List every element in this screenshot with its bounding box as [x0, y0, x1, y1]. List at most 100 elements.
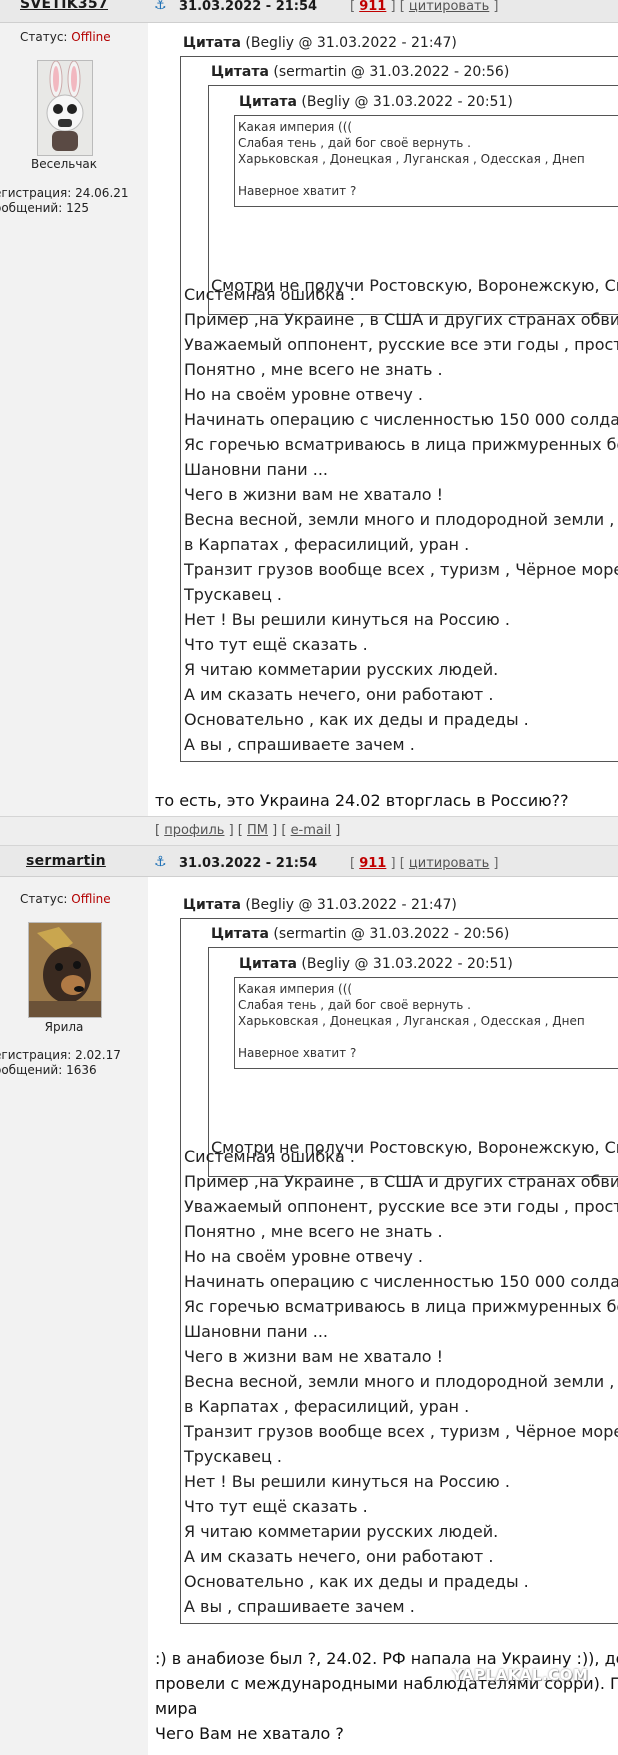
post-date: 31.03.2022 - 21:54: [179, 856, 318, 871]
quote-link[interactable]: цитировать: [409, 0, 489, 14]
quote-line: Я читаю комметарии русских людей.: [184, 1522, 499, 1541]
post-header: SVETIK357 ⚓ 31.03.2022 - 21:54 [ 911 ] […: [0, 0, 618, 23]
registration-info: егистрация: 24.06.21 ообщений: 125: [0, 186, 129, 216]
quote-label: Цитата: [239, 956, 297, 972]
quote-line: Понятно , мне всего не знать .: [184, 1222, 443, 1241]
quote-line: Весна весной, земли много и плодородной …: [184, 1372, 618, 1391]
quote-line: Чего в жизни вам не хватало !: [184, 485, 443, 504]
quote-line: в Карпатах , ферасилиций, уран .: [184, 1397, 470, 1416]
quote-line: Нет ! Вы решили кинуться на Россию .: [184, 1472, 510, 1491]
quote-line: А вы , спрашиваете зачем .: [184, 735, 415, 754]
quote-line: Весна весной, земли много и плодородной …: [184, 510, 618, 529]
quote-line: Пример ,на Украине , в США и других стра…: [184, 1172, 618, 1191]
status-label: Статус:: [20, 892, 68, 906]
inner-quote-line: Слабая тень , дай бог своё вернуть .: [238, 998, 471, 1012]
quote-line: Транзит грузов вообще всех , туризм , Чё…: [184, 1422, 618, 1441]
inner-quote-line: Харьковская , Донецкая , Луганская , Оде…: [238, 152, 585, 166]
quote-line: в Карпатах , ферасилиций, уран .: [184, 535, 470, 554]
quote-line: Понятно , мне всего не знать .: [184, 360, 443, 379]
post-meta-links: [ 911 ] [ цитировать ]: [350, 0, 499, 14]
quote-line: А им сказать нечего, они работают .: [184, 1547, 494, 1566]
quote-line: Системная ошибка .: [184, 285, 355, 304]
quote-meta: (Begliy @ 31.03.2022 - 20:51): [301, 94, 513, 110]
quote-line: Основательно , как их деды и прадеды .: [184, 710, 529, 729]
quote-line: Яс горечью всматриваюсь в лица прижмурен…: [184, 435, 618, 454]
profile-link[interactable]: профиль: [164, 823, 224, 838]
quote-label: Цитата: [183, 35, 241, 51]
status-offline: Offline: [71, 30, 111, 44]
quote-box-inner: Какая империя ((( Слабая тень , дай бог …: [234, 115, 618, 207]
avatar[interactable]: [37, 60, 93, 156]
quote-line: Чего в жизни вам не хватало !: [184, 1347, 443, 1366]
quote-header-mid: Цитата (sermartin @ 31.03.2022 - 20:56): [211, 64, 509, 80]
quote-header-inner: Цитата (Begliy @ 31.03.2022 - 20:51): [239, 956, 513, 972]
anchor-icon[interactable]: ⚓: [154, 854, 167, 870]
author-name-link[interactable]: sermartin: [26, 853, 106, 869]
author-status: Статус: Offline: [20, 30, 111, 44]
quote-meta: (Begliy @ 31.03.2022 - 20:51): [301, 956, 513, 972]
quote-label: Цитата: [183, 897, 241, 913]
inner-quote-line: Наверное хватит ?: [238, 1046, 357, 1060]
registration-date: егистрация: 24.06.21: [0, 186, 129, 200]
inner-quote-line: Наверное хватит ?: [238, 184, 357, 198]
post-number-link[interactable]: 911: [359, 0, 386, 14]
quote-header-inner: Цитата (Begliy @ 31.03.2022 - 20:51): [239, 94, 513, 110]
post-reply-text: то есть, это Украина 24.02 вторглась в Р…: [155, 791, 569, 810]
post-count: ообщений: 125: [0, 201, 89, 215]
quote-box-mid: Цитата (Begliy @ 31.03.2022 - 20:51) Как…: [208, 947, 618, 1177]
quote-line: Пример ,на Украине , в США и других стра…: [184, 310, 618, 329]
quote-line: Но на своём уровне отвечу .: [184, 385, 423, 404]
post-reply-line: Чего Вам не хватало ?: [155, 1724, 344, 1743]
status-offline: Offline: [71, 892, 111, 906]
quote-meta: (Begliy @ 31.03.2022 - 21:47): [245, 35, 457, 51]
anchor-icon[interactable]: ⚓: [154, 0, 167, 13]
quote-meta: (sermartin @ 31.03.2022 - 20:56): [273, 926, 510, 942]
quote-label: Цитата: [239, 94, 297, 110]
quote-line: Я читаю комметарии русских людей.: [184, 660, 499, 679]
email-link[interactable]: e-mail: [291, 823, 332, 838]
author-name-link[interactable]: SVETIK357: [20, 0, 108, 12]
quote-meta: (sermartin @ 31.03.2022 - 20:56): [273, 64, 510, 80]
quote-box-outer: Цитата (sermartin @ 31.03.2022 - 20:56) …: [180, 918, 618, 1624]
status-label: Статус:: [20, 30, 68, 44]
inner-quote-line: Какая империя (((: [238, 120, 353, 134]
quote-line: Трускавец .: [184, 1447, 282, 1466]
quote-header-mid: Цитата (sermartin @ 31.03.2022 - 20:56): [211, 926, 509, 942]
inner-quote-line: Какая империя (((: [238, 982, 353, 996]
quote-line: Уважаемый оппонент, русские все эти годы…: [184, 1197, 618, 1216]
quote-line: Яс горечью всматриваюсь в лица прижмурен…: [184, 1297, 618, 1316]
post-header: sermartin ⚓ 31.03.2022 - 21:54 [ 911 ] […: [0, 846, 618, 877]
inner-quote-line: Слабая тень , дай бог своё вернуть .: [238, 136, 471, 150]
quote-line: Основательно , как их деды и прадеды .: [184, 1572, 529, 1591]
bunny-avatar-icon: [46, 61, 84, 151]
quote-meta: (Begliy @ 31.03.2022 - 21:47): [245, 897, 457, 913]
quote-line: Транзит грузов вообще всех , туризм , Чё…: [184, 560, 618, 579]
quote-line: Что тут ещё сказать .: [184, 1497, 368, 1516]
quote-line: Шановни пани ...: [184, 1322, 329, 1341]
quote-label: Цитата: [211, 926, 269, 942]
quote-line: Системная ошибка .: [184, 1147, 355, 1166]
pm-link[interactable]: ПМ: [247, 823, 268, 838]
post-2: sermartin ⚓ 31.03.2022 - 21:54 [ 911 ] […: [0, 846, 618, 1755]
post-count: ообщений: 1636: [0, 1063, 97, 1077]
post-reply-line: мира: [155, 1699, 198, 1718]
quote-header-outer: Цитата (Begliy @ 31.03.2022 - 21:47): [183, 897, 457, 913]
quote-line: А вы , спрашиваете зачем .: [184, 1597, 415, 1616]
quote-line: Нет ! Вы решили кинуться на Россию .: [184, 610, 510, 629]
post-date: 31.03.2022 - 21:54: [179, 0, 318, 14]
quote-line: Трускавец .: [184, 585, 282, 604]
quote-box-inner: Какая империя ((( Слабая тень , дай бог …: [234, 977, 618, 1069]
post-number-link[interactable]: 911: [359, 856, 386, 871]
quote-header-outer: Цитата (Begliy @ 31.03.2022 - 21:47): [183, 35, 457, 51]
registration-date: егистрация: 2.02.17: [0, 1048, 121, 1062]
post-1: SVETIK357 ⚓ 31.03.2022 - 21:54 [ 911 ] […: [0, 0, 618, 818]
quote-line: А им сказать нечего, они работают .: [184, 685, 494, 704]
quote-line: Но на своём уровне отвечу .: [184, 1247, 423, 1266]
avatar[interactable]: [28, 922, 102, 1018]
quote-box-mid: Цитата (Begliy @ 31.03.2022 - 20:51) Как…: [208, 85, 618, 315]
quote-line: Уважаемый оппонент, русские все эти годы…: [184, 335, 618, 354]
quote-line: Шановни пани ...: [184, 460, 329, 479]
quote-line: Начинать операцию с численностью 150 000…: [184, 1272, 618, 1291]
quote-link[interactable]: цитировать: [409, 856, 489, 871]
post-meta-links: [ 911 ] [ цитировать ]: [350, 856, 499, 871]
